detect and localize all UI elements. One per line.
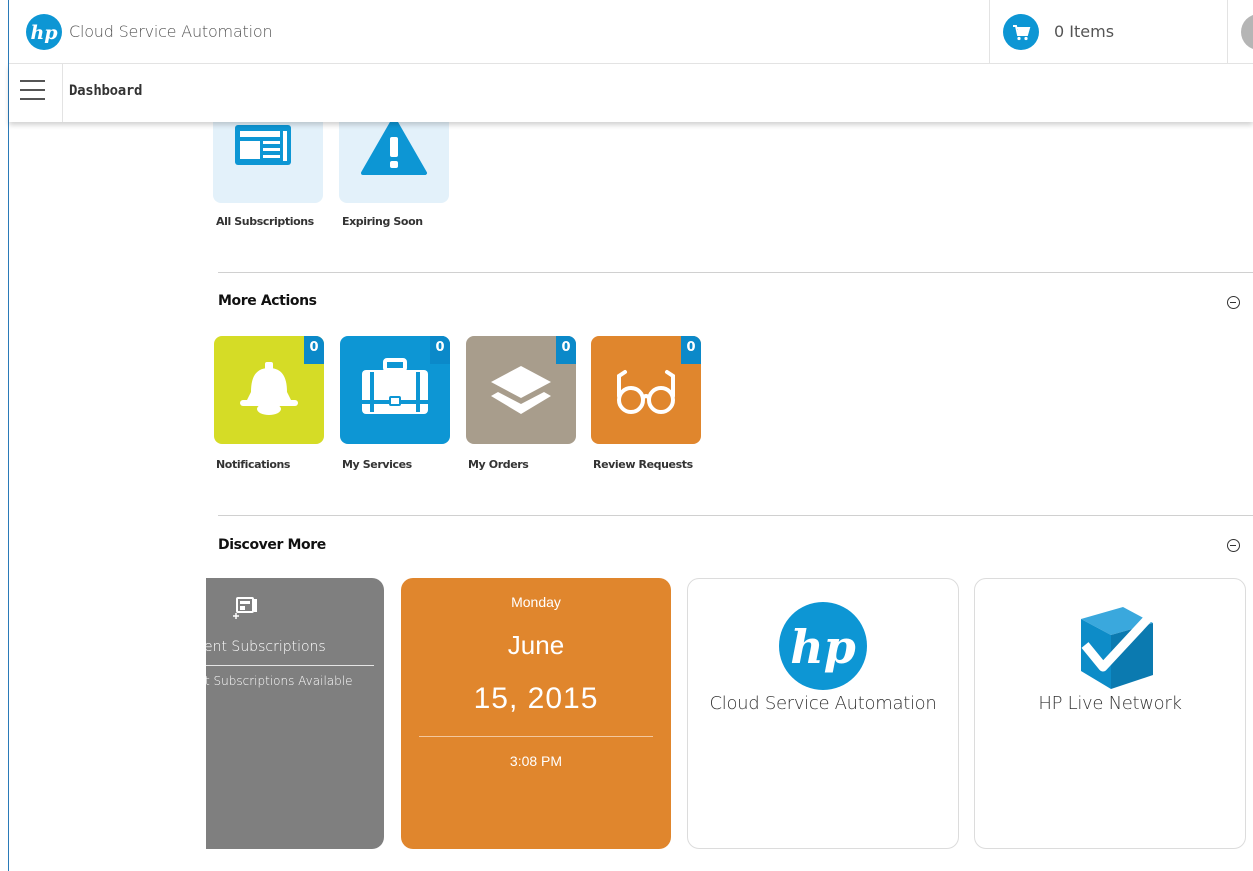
svg-text:hp: hp — [30, 22, 58, 44]
tile-label: Review Requests — [593, 458, 693, 471]
svg-text:hp: hp — [790, 620, 856, 674]
cart-items-label[interactable]: 0 Items — [1054, 22, 1114, 41]
review-requests-tile[interactable]: 0 — [591, 336, 701, 444]
calendar-card: Monday June 15, 2015 3:08 PM — [401, 578, 671, 849]
calendar-time: 3:08 PM — [509, 753, 563, 769]
app-title[interactable]: Cloud Service Automation — [69, 22, 273, 41]
header-divider — [989, 0, 990, 64]
subscriptions-icon — [233, 597, 257, 619]
tile-label: My Orders — [468, 458, 529, 471]
top-header: hp Cloud Service Automation 0 Items — [9, 0, 1253, 64]
hamburger-menu-icon[interactable] — [20, 80, 45, 102]
hp-live-network-icon — [1081, 605, 1159, 689]
calendar-month: June — [507, 630, 565, 660]
notifications-tile[interactable]: 0 — [214, 336, 324, 444]
shopping-cart-icon[interactable] — [1003, 14, 1039, 50]
calendar-date: 15, 2015 — [473, 682, 599, 715]
collapse-icon[interactable] — [1227, 296, 1240, 309]
calendar-day: Monday — [511, 594, 561, 610]
card-title: ent Subscriptions — [206, 639, 326, 655]
user-avatar[interactable] — [1241, 14, 1253, 50]
collapse-icon[interactable] — [1227, 539, 1240, 552]
hp-logo-icon: hp — [779, 602, 867, 690]
left-border — [8, 0, 9, 871]
cloud-service-automation-card[interactable]: hp Cloud Service Automation — [687, 578, 959, 849]
review-requests-count-badge: 0 — [681, 336, 701, 364]
calendar-divider — [419, 736, 653, 737]
notifications-count-badge: 0 — [304, 336, 324, 364]
hp-live-network-card[interactable]: HP Live Network — [974, 578, 1246, 849]
subscriptions-carousel-card[interactable]: ent Subscriptions t Subscriptions Availa… — [206, 578, 384, 849]
discover-more-title: Discover More — [218, 537, 326, 553]
tile-label: Expiring Soon — [342, 215, 423, 228]
tile-label: Notifications — [216, 458, 291, 471]
section-divider — [218, 272, 1253, 273]
header-divider — [1227, 0, 1228, 64]
card-divider — [206, 665, 374, 666]
subbar-divider — [62, 64, 63, 122]
my-services-tile[interactable]: 0 — [340, 336, 450, 444]
hp-logo-icon[interactable]: hp — [26, 14, 62, 50]
section-divider — [218, 515, 1253, 516]
page-title: Dashboard — [69, 83, 143, 99]
my-services-count-badge: 0 — [430, 336, 450, 364]
tile-label: All Subscriptions — [216, 215, 314, 228]
dashboard-bar: Dashboard — [9, 64, 1253, 122]
my-orders-count-badge: 0 — [556, 336, 576, 364]
tile-label: My Services — [342, 458, 412, 471]
more-actions-title: More Actions — [218, 293, 317, 309]
card-subtitle: t Subscriptions Available — [206, 674, 353, 688]
card-caption: Cloud Service Automation — [709, 693, 937, 714]
my-orders-tile[interactable]: 0 — [466, 336, 576, 444]
card-caption: HP Live Network — [1038, 693, 1182, 714]
